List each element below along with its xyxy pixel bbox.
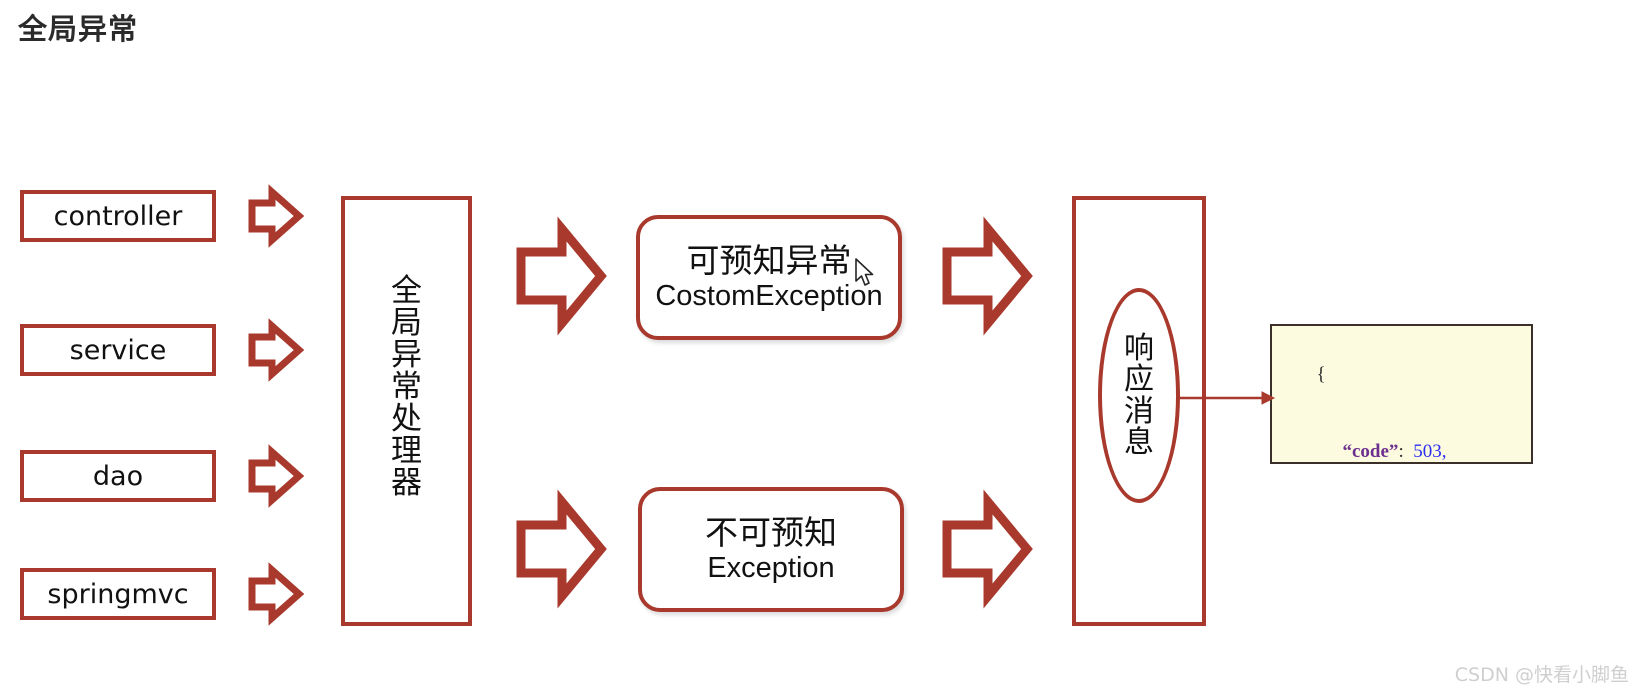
response-message-label: 响 应 消 息 bbox=[1124, 331, 1154, 460]
layer-box-service: service bbox=[20, 324, 216, 376]
response-message-ellipse: 响 应 消 息 bbox=[1098, 288, 1180, 503]
springmvc-arrow-icon bbox=[248, 562, 305, 626]
json-line-code: “code”: 503, bbox=[1288, 413, 1517, 462]
layer-label: controller bbox=[53, 200, 183, 232]
unknown-exception-cn: 不可预知 bbox=[705, 512, 837, 552]
layer-box-springmvc: springmvc bbox=[20, 568, 216, 620]
unknown-to-response-arrow-icon bbox=[942, 489, 1033, 609]
watermark: CSDN @快看小脚鱼 bbox=[1454, 664, 1629, 686]
unknown-exception-box: 不可预知 Exception bbox=[638, 487, 904, 612]
known-exception-cn: 可预知异常 bbox=[686, 240, 852, 280]
json-open-brace: { bbox=[1316, 363, 1326, 385]
layer-label: springmvc bbox=[47, 578, 189, 610]
json-code-colon: : bbox=[1398, 440, 1404, 462]
layer-label: service bbox=[69, 334, 167, 366]
handler-label: 全 局 异 常 处 理 器 bbox=[391, 273, 422, 501]
json-line-open: { bbox=[1288, 336, 1517, 413]
service-arrow-icon bbox=[248, 318, 305, 382]
layer-box-dao: dao bbox=[20, 450, 216, 502]
page-title: 全局异常 bbox=[18, 14, 139, 46]
known-to-response-arrow-icon bbox=[942, 216, 1033, 336]
json-code-value: 503, bbox=[1413, 440, 1447, 462]
unknown-exception-en: Exception bbox=[707, 551, 835, 584]
layer-box-controller: controller bbox=[20, 190, 216, 242]
known-exception-box: 可预知异常 CostomException bbox=[636, 215, 902, 340]
json-code-key: “code” bbox=[1342, 440, 1399, 462]
diagram-canvas: 全局异常 controller service dao springmvc 全 … bbox=[0, 0, 1639, 693]
handler-to-known-arrow-icon bbox=[516, 216, 607, 336]
dao-arrow-icon bbox=[248, 444, 305, 508]
global-exception-handler-box: 全 局 异 常 处 理 器 bbox=[341, 196, 472, 626]
known-exception-en: CostomException bbox=[655, 279, 883, 312]
handler-to-unknown-arrow-icon bbox=[516, 489, 607, 609]
json-response-panel: { “code”: 503, “errorMessage”: “ 服务异常” } bbox=[1270, 324, 1533, 464]
layer-label: dao bbox=[92, 460, 144, 492]
controller-arrow-icon bbox=[248, 184, 305, 248]
